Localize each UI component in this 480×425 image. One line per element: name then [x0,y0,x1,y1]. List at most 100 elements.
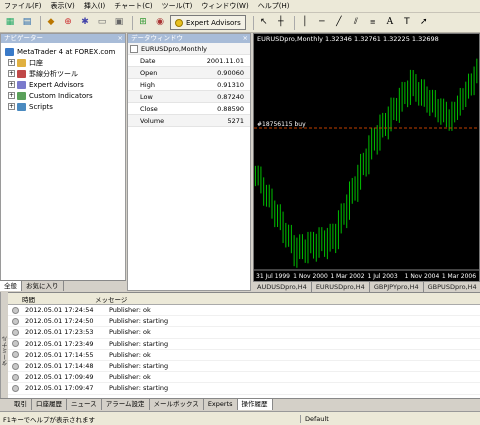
tab-journal[interactable]: 操作履歴 [237,399,273,410]
column-message[interactable]: メッセージ [95,294,480,304]
tester-icon[interactable]: ▣ [112,16,126,30]
x-tick-label: 31 Jul 1999 [256,273,290,280]
tab-account-history[interactable]: 口座履歴 [32,399,67,410]
tab-favorites[interactable]: お気に入り [22,281,64,291]
menu-file[interactable]: ファイル(F) [4,1,42,11]
new-order-icon[interactable]: ⊞ [136,16,150,30]
menu-view[interactable]: 表示(V) [51,1,75,11]
toolbar-divider [40,15,41,30]
status-help: F1キーでヘルプが表示されます [3,415,95,424]
crosshair-icon[interactable]: ┼ [274,16,288,30]
toolbar: ▦ ▤ ◆ ⊕ ✱ ▭ ▣ ⊞ ◉ Expert Advisors ↖ ┼ │ … [0,13,480,33]
trendline-icon[interactable]: ╱ [332,16,346,30]
data-row-value: 5271 [227,116,244,125]
navigator-tabs: 全般 お気に入り [0,280,126,291]
data-window-title: データウィンドウ [131,34,183,42]
price-chart[interactable]: #18756115 buy31 Jul 1999 1 Nov 2000 1 Mar … [254,34,480,291]
label-icon[interactable]: T [400,16,414,30]
chart-tab[interactable]: AUDUSDpro,H4 [253,282,312,292]
tree-item-expert-advisors[interactable]: + Expert Advisors [5,79,125,90]
chart-tab[interactable]: GBPJPYpro,H4 [370,282,424,292]
log-time: 2012.05.01 17:24:50 [25,317,94,326]
text-icon[interactable]: A [383,16,397,30]
close-icon[interactable]: × [118,34,123,43]
log-row[interactable]: 2012.05.01 17:14:55 Publisher: ok [0,350,480,361]
indicators-icon [17,69,26,78]
data-window-title-bar: データウィンドウ × [128,34,250,43]
tree-root[interactable]: MetaTrader 4 at FOREX.com [5,46,125,57]
tree-item-label: Custom Indicators [29,91,93,100]
log-row[interactable]: 2012.05.01 17:23:53 Publisher: ok [0,327,480,339]
chart-tab[interactable]: GBPUSDpro,H4 [424,282,480,292]
scripts-icon [17,102,26,111]
log-row[interactable]: 2012.05.01 17:23:49 Publisher: starting [0,339,480,350]
tab-trade[interactable]: 取引 [10,399,32,410]
fibonacci-icon[interactable]: ≡ [366,16,380,30]
expand-icon[interactable]: + [8,103,15,110]
chart-window[interactable]: EURUSDpro,Monthly 1.32346 1.32761 1.3222… [253,33,480,291]
info-icon [12,362,19,370]
horizontal-line-icon[interactable]: ─ [315,16,329,30]
expert-advisors-button[interactable]: Expert Advisors [170,15,246,30]
tab-experts[interactable]: Experts [204,399,238,410]
log-row[interactable]: 2012.05.01 17:09:47 Publisher: starting [0,383,480,395]
market-watch-icon[interactable]: ◆ [44,16,58,30]
data-row-value: 0.88590 [217,104,244,113]
menu-chart[interactable]: チャート(C) [114,1,152,11]
menu-tools[interactable]: ツール(T) [162,1,193,11]
vertical-line-icon[interactable]: │ [298,16,312,30]
close-icon[interactable]: × [243,34,248,43]
toolbar-divider [132,15,133,30]
expand-icon[interactable]: + [8,70,15,77]
data-row: High 0.91310 [128,79,250,91]
arrow-icon[interactable]: ➚ [417,16,431,30]
log-row[interactable]: 2012.05.01 17:24:54 Publisher: ok [0,305,480,317]
tab-news[interactable]: ニュース [67,399,102,410]
menu-insert[interactable]: 挿入(I) [84,1,106,11]
column-time[interactable]: 時間 [0,294,95,304]
tree-item-indicators[interactable]: + 罫線分析ツール [5,68,125,79]
log-row[interactable]: 2012.05.01 17:14:48 Publisher: starting [0,361,480,373]
metaeditor-icon[interactable]: ◉ [153,16,167,30]
log-time: 2012.05.01 17:14:55 [25,350,94,359]
log-message: Publisher: starting [109,339,169,348]
tab-mailbox[interactable]: メールボックス [150,399,204,410]
navigator-icon[interactable]: ✱ [78,16,92,30]
info-icon [12,351,19,359]
log-time: 2012.05.01 17:09:47 [25,384,94,393]
menu-help[interactable]: ヘルプ(H) [258,1,290,11]
expand-icon[interactable]: + [8,59,15,66]
tree-item-scripts[interactable]: + Scripts [5,101,125,112]
expand-icon[interactable]: + [8,92,15,99]
log-time: 2012.05.01 17:23:53 [25,328,94,337]
data-row: Open 0.90060 [128,67,250,79]
menu-bar: ファイル(F) 表示(V) 挿入(I) チャート(C) ツール(T) ウィンドウ… [0,0,480,13]
log-time: 2012.05.01 17:14:48 [25,362,94,371]
expand-icon[interactable]: + [8,81,15,88]
tree-item-label: Expert Advisors [29,80,84,89]
tab-general[interactable]: 全般 [0,281,22,291]
log-row[interactable]: 2012.05.01 17:09:49 Publisher: ok [0,372,480,384]
tree-item-custom-indicators[interactable]: + Custom Indicators [5,90,125,101]
log-message: Publisher: ok [109,350,151,359]
info-icon [12,373,19,381]
data-row: Low 0.87240 [128,91,250,103]
tab-alerts[interactable]: アラーム設定 [102,399,150,410]
data-row-value: 0.87240 [217,92,244,101]
terminal-icon[interactable]: ▭ [95,16,109,30]
navigator-title: ナビゲーター [4,34,43,42]
channel-icon[interactable]: ⫽ [349,16,363,30]
x-tick-label: 1 Mar 2006 [442,273,476,280]
menu-window[interactable]: ウィンドウ(W) [201,1,248,11]
tree-item-accounts[interactable]: + 口座 [5,57,125,68]
info-icon [12,340,19,348]
data-window-symbol: EURUSDpro,Monthly [141,44,207,53]
chart-tab[interactable]: EURUSDpro,H4 [312,282,370,292]
log-time: 2012.05.01 17:23:49 [25,339,94,348]
data-window-icon[interactable]: ⊕ [61,16,75,30]
profiles-icon[interactable]: ▤ [20,16,34,30]
log-row[interactable]: 2012.05.01 17:24:50 Publisher: starting [0,316,480,328]
cursor-icon[interactable]: ↖ [257,16,271,30]
log-message: Publisher: ok [109,328,151,337]
new-chart-icon[interactable]: ▦ [3,16,17,30]
